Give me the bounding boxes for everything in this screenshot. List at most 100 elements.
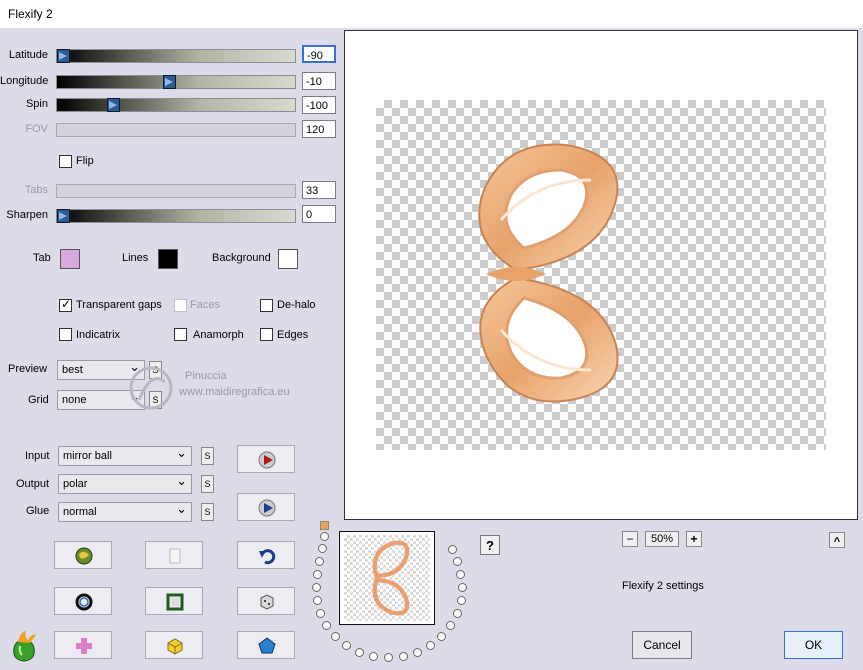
transparent-gaps-label: Transparent gaps xyxy=(76,299,162,311)
tab-color-label: Tab xyxy=(33,252,51,264)
slider-thumb[interactable] xyxy=(57,209,70,223)
glue-s-button[interactable]: S xyxy=(201,503,214,521)
slider-thumb[interactable] xyxy=(107,98,120,112)
undo-button[interactable] xyxy=(237,541,295,569)
preset-dot[interactable] xyxy=(456,570,465,579)
preset-dot[interactable] xyxy=(426,641,435,650)
preset-dot[interactable] xyxy=(315,557,324,566)
collapse-button[interactable]: ^ xyxy=(829,532,845,548)
flaming-pear-logo xyxy=(8,628,40,667)
preset-dot[interactable] xyxy=(312,583,321,592)
main-preview[interactable] xyxy=(344,30,858,520)
tabs-slider xyxy=(56,184,296,198)
tile-button[interactable] xyxy=(54,631,112,659)
title-bar: Flexify 2 xyxy=(0,0,863,28)
randomize-output-button[interactable] xyxy=(237,493,295,521)
indicatrix-checkbox[interactable] xyxy=(59,328,72,341)
spin-slider[interactable] xyxy=(56,98,296,112)
sharpen-value[interactable]: 0 xyxy=(302,205,336,223)
dehalo-checkbox[interactable] xyxy=(260,299,273,312)
zoom-in-button[interactable]: + xyxy=(686,531,702,547)
cube-button[interactable] xyxy=(145,631,203,659)
preset-dot[interactable] xyxy=(369,652,378,661)
thumbnail-preview[interactable] xyxy=(339,531,435,625)
cancel-button[interactable]: Cancel xyxy=(632,631,692,659)
transparent-gaps-checkbox[interactable] xyxy=(59,297,72,312)
slider-thumb[interactable] xyxy=(57,49,70,63)
preset-dot[interactable] xyxy=(457,596,466,605)
tabs-label: Tabs xyxy=(24,184,48,196)
preset-dot[interactable] xyxy=(320,532,329,541)
cross-tiles-icon xyxy=(76,638,92,654)
preview-quality-value: best xyxy=(62,364,83,376)
preset-dot[interactable] xyxy=(446,621,455,630)
flip-label: Flip xyxy=(76,155,94,167)
watermark-name: Pinuccia xyxy=(185,370,227,382)
help-button[interactable]: ? xyxy=(480,535,500,555)
longitude-slider[interactable] xyxy=(56,75,296,89)
preset-dot[interactable] xyxy=(331,632,340,641)
zoom-out-button[interactable]: − xyxy=(622,531,638,547)
output-s-button[interactable]: S xyxy=(201,475,214,493)
frame-icon xyxy=(166,593,184,611)
pentagon-icon xyxy=(258,637,276,654)
ok-button[interactable]: OK xyxy=(784,631,843,659)
longitude-value[interactable]: -10 xyxy=(302,72,336,90)
anamorph-checkbox[interactable] xyxy=(174,328,187,341)
preset-dot[interactable] xyxy=(453,609,462,618)
globe-icon xyxy=(75,547,93,565)
spin-value[interactable]: -100 xyxy=(302,96,336,114)
tab-color-swatch[interactable] xyxy=(60,249,80,269)
preset-marker[interactable] xyxy=(320,521,329,530)
preset-dot[interactable] xyxy=(384,653,393,662)
input-label: Input xyxy=(25,450,50,462)
input-s-button[interactable]: S xyxy=(201,447,214,465)
randomize-input-button[interactable] xyxy=(237,445,295,473)
edges-label: Edges xyxy=(277,329,309,341)
preset-dot[interactable] xyxy=(313,596,322,605)
open-preset-button[interactable] xyxy=(54,541,112,569)
tabs-value[interactable]: 33 xyxy=(302,181,336,199)
sharpen-slider[interactable] xyxy=(56,209,296,223)
background-color-swatch[interactable] xyxy=(278,249,298,269)
preset-dot[interactable] xyxy=(355,648,364,657)
faces-checkbox xyxy=(174,299,187,312)
preset-dot[interactable] xyxy=(399,652,408,661)
preset-dot[interactable] xyxy=(413,648,422,657)
latitude-value[interactable]: -90 xyxy=(302,45,336,63)
preset-dot[interactable] xyxy=(453,557,462,566)
input-projection-select[interactable]: mirror ball xyxy=(58,444,192,466)
anamorph-label: Anamorph xyxy=(193,329,244,341)
preset-dot[interactable] xyxy=(322,621,331,630)
preset-dot[interactable] xyxy=(316,609,325,618)
preset-dot[interactable] xyxy=(313,570,322,579)
lines-color-swatch[interactable] xyxy=(158,249,178,269)
frame-button[interactable] xyxy=(145,587,203,615)
pear-logo-icon xyxy=(13,631,36,662)
glue-select[interactable]: normal xyxy=(58,500,192,522)
dehalo-label: De-halo xyxy=(277,299,316,311)
slider-thumb[interactable] xyxy=(163,75,176,89)
flip-checkbox[interactable] xyxy=(59,155,72,168)
cube-icon xyxy=(167,638,183,655)
preset-dot[interactable] xyxy=(437,632,446,641)
watermark-logo xyxy=(129,366,173,410)
copy-button[interactable] xyxy=(145,541,203,569)
edges-checkbox[interactable] xyxy=(260,328,273,341)
play-sphere-icon xyxy=(258,451,276,469)
polyhedron-button[interactable] xyxy=(237,631,295,659)
preset-dot[interactable] xyxy=(458,583,467,592)
latitude-slider[interactable] xyxy=(56,49,296,63)
preset-dot[interactable] xyxy=(342,641,351,650)
output-label: Output xyxy=(16,478,50,490)
dice-icon xyxy=(260,594,274,610)
output-projection-select[interactable]: polar xyxy=(58,472,192,494)
fov-value[interactable]: 120 xyxy=(302,120,336,138)
lines-color-label: Lines xyxy=(122,252,149,264)
ring-button[interactable] xyxy=(54,587,112,615)
preset-dot[interactable] xyxy=(448,545,457,554)
random-button[interactable] xyxy=(237,587,295,615)
thumbnail-canvas xyxy=(344,535,430,621)
glue-label: Glue xyxy=(26,505,50,517)
preset-dot[interactable] xyxy=(318,544,327,553)
